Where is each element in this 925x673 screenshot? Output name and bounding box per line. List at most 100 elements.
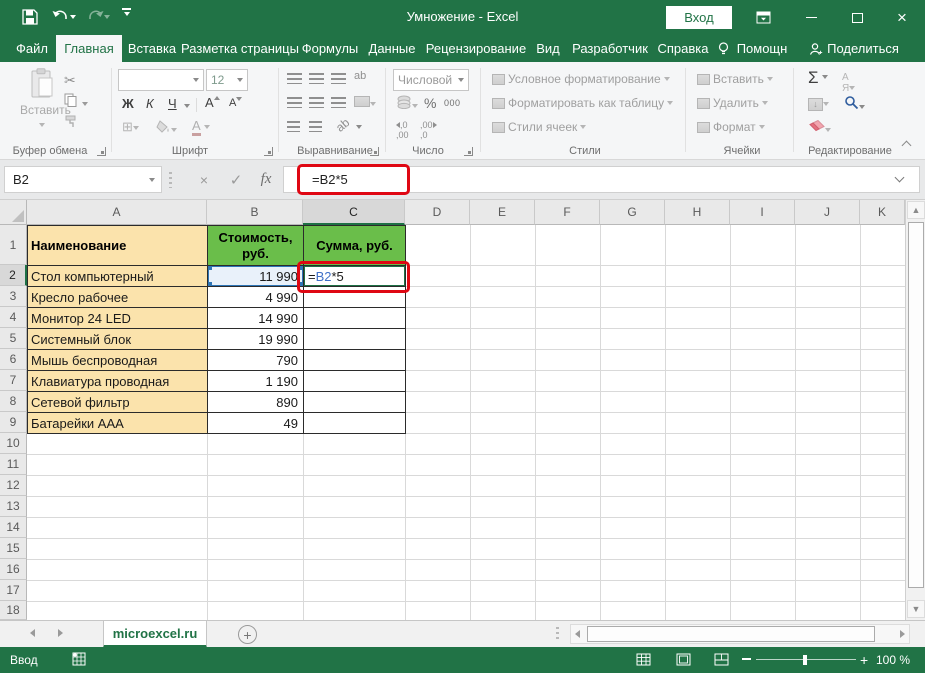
autosum-button[interactable]: Σ bbox=[808, 68, 828, 88]
decrease-decimal-icon[interactable]: ,00,0 bbox=[420, 120, 437, 140]
column-header-g[interactable]: G bbox=[600, 200, 665, 225]
font-name-select[interactable] bbox=[118, 69, 204, 91]
row-header-2-selected[interactable]: 2 bbox=[0, 265, 27, 286]
cancel-formula-icon[interactable]: × bbox=[190, 166, 218, 193]
row-header-12[interactable]: 12 bbox=[0, 475, 27, 496]
format-painter-icon[interactable] bbox=[64, 114, 79, 131]
scroll-up-icon[interactable]: ▲ bbox=[907, 201, 925, 219]
row-header-8[interactable]: 8 bbox=[0, 391, 27, 412]
cell-b7[interactable]: 1 190 bbox=[208, 371, 304, 392]
tab-data[interactable]: Данные bbox=[366, 35, 418, 62]
cell-a3[interactable]: Кресло рабочее bbox=[28, 287, 208, 308]
cell-b1[interactable]: Стоимость, руб. bbox=[208, 226, 304, 266]
bold-button[interactable]: Ж bbox=[122, 96, 134, 111]
cell-b5[interactable]: 19 990 bbox=[208, 329, 304, 350]
save-icon[interactable] bbox=[22, 8, 38, 26]
column-header-a[interactable]: A bbox=[27, 200, 207, 225]
shrink-font-button[interactable]: А bbox=[229, 97, 242, 109]
comma-style-button[interactable]: 000 bbox=[444, 98, 461, 108]
align-center-icon[interactable] bbox=[309, 97, 324, 108]
cell-a9[interactable]: Батарейки ААА bbox=[28, 413, 208, 434]
font-size-select[interactable]: 12 bbox=[206, 69, 248, 91]
hscroll-left-icon[interactable] bbox=[575, 630, 580, 638]
page-break-view-icon[interactable] bbox=[714, 653, 729, 669]
collapse-ribbon-button[interactable] bbox=[903, 142, 913, 150]
column-header-j[interactable]: J bbox=[795, 200, 860, 225]
undo-button[interactable] bbox=[52, 8, 76, 26]
clipboard-dialog-launcher[interactable] bbox=[97, 147, 106, 156]
share-button[interactable]: Поделиться bbox=[826, 35, 900, 62]
redo-button[interactable] bbox=[86, 8, 110, 26]
scroll-down-icon[interactable]: ▼ bbox=[907, 600, 925, 618]
minimize-button[interactable] bbox=[788, 0, 834, 35]
cell-c4[interactable] bbox=[304, 308, 406, 329]
italic-button[interactable]: К bbox=[146, 96, 154, 111]
column-header-d[interactable]: D bbox=[405, 200, 470, 225]
tab-review[interactable]: Рецензирование bbox=[424, 35, 528, 62]
row-header-1[interactable]: 1 bbox=[0, 225, 27, 265]
format-cells-button[interactable]: Формат bbox=[697, 120, 765, 134]
cell-a1[interactable]: Наименование bbox=[28, 226, 208, 266]
enter-formula-icon[interactable]: ✓ bbox=[222, 166, 250, 193]
increase-decimal-icon[interactable]: ,0,00 bbox=[396, 120, 409, 140]
new-sheet-icon[interactable]: + bbox=[238, 625, 257, 644]
cell-c9[interactable] bbox=[304, 413, 406, 434]
column-header-h[interactable]: H bbox=[665, 200, 730, 225]
merge-center-icon[interactable] bbox=[354, 96, 376, 110]
expand-formula-bar-icon[interactable] bbox=[896, 174, 903, 181]
customize-qat-button[interactable] bbox=[122, 8, 131, 26]
tab-developer[interactable]: Разработчик bbox=[568, 35, 652, 62]
row-header-7[interactable]: 7 bbox=[0, 370, 27, 391]
cell-c6[interactable] bbox=[304, 350, 406, 371]
align-right-icon[interactable] bbox=[331, 97, 346, 108]
tab-formulas[interactable]: Формулы bbox=[300, 35, 360, 62]
number-dialog-launcher[interactable] bbox=[464, 147, 473, 156]
row-header-17[interactable]: 17 bbox=[0, 580, 27, 601]
find-select-icon[interactable] bbox=[844, 95, 865, 113]
alignment-dialog-launcher[interactable] bbox=[370, 147, 379, 156]
accounting-format-icon[interactable] bbox=[396, 95, 418, 112]
align-top-icon[interactable] bbox=[287, 73, 302, 84]
orientation-dropdown[interactable] bbox=[356, 125, 362, 129]
fill-down-icon[interactable]: ↓ bbox=[808, 96, 829, 111]
fill-color-icon[interactable] bbox=[156, 120, 177, 136]
page-layout-view-icon[interactable] bbox=[676, 653, 691, 669]
cell-c8[interactable] bbox=[304, 392, 406, 413]
select-all-corner[interactable] bbox=[0, 200, 27, 225]
align-bottom-icon[interactable] bbox=[331, 73, 346, 84]
tabbar-grip[interactable] bbox=[556, 627, 559, 642]
horizontal-scrollbar[interactable] bbox=[570, 624, 910, 644]
row-header-14[interactable]: 14 bbox=[0, 517, 27, 538]
vertical-scrollbar[interactable]: ▲ ▼ bbox=[905, 200, 925, 620]
cell-b2[interactable]: 11 990 bbox=[208, 266, 304, 287]
name-box[interactable]: B2 bbox=[4, 166, 162, 193]
cut-icon[interactable]: ✂ bbox=[64, 72, 76, 89]
cell-styles-button[interactable]: Стили ячеек bbox=[492, 120, 586, 134]
row-header-6[interactable]: 6 bbox=[0, 349, 27, 370]
sheet-nav-left-icon[interactable] bbox=[30, 628, 35, 640]
clear-eraser-icon[interactable] bbox=[808, 120, 831, 136]
cell-a5[interactable]: Системный блок bbox=[28, 329, 208, 350]
cell-c7[interactable] bbox=[304, 371, 406, 392]
cell-a8[interactable]: Сетевой фильтр bbox=[28, 392, 208, 413]
normal-view-icon[interactable] bbox=[636, 653, 651, 669]
sort-filter-icon[interactable]: АЯ bbox=[842, 72, 855, 94]
row-header-15[interactable]: 15 bbox=[0, 538, 27, 559]
column-header-c-selected[interactable]: C bbox=[303, 200, 405, 225]
row-header-4[interactable]: 4 bbox=[0, 307, 27, 328]
column-header-e[interactable]: E bbox=[470, 200, 535, 225]
tab-home[interactable]: Главная bbox=[56, 35, 122, 62]
font-color-icon[interactable]: А bbox=[192, 118, 210, 133]
underline-dropdown[interactable] bbox=[184, 104, 190, 108]
cell-a2[interactable]: Стол компьютерный bbox=[28, 266, 208, 287]
column-header-i[interactable]: I bbox=[730, 200, 795, 225]
row-header-16[interactable]: 16 bbox=[0, 559, 27, 580]
zoom-in-icon[interactable]: + bbox=[860, 654, 868, 666]
tab-view[interactable]: Вид bbox=[532, 35, 564, 62]
tab-page-layout[interactable]: Разметка страницы bbox=[182, 35, 298, 62]
zoom-slider-handle[interactable] bbox=[803, 655, 807, 665]
cell-b6[interactable]: 790 bbox=[208, 350, 304, 371]
percent-style-button[interactable]: % bbox=[424, 95, 436, 111]
conditional-formatting-button[interactable]: Условное форматирование bbox=[492, 72, 670, 86]
borders-icon[interactable]: ⊞ bbox=[122, 119, 139, 135]
